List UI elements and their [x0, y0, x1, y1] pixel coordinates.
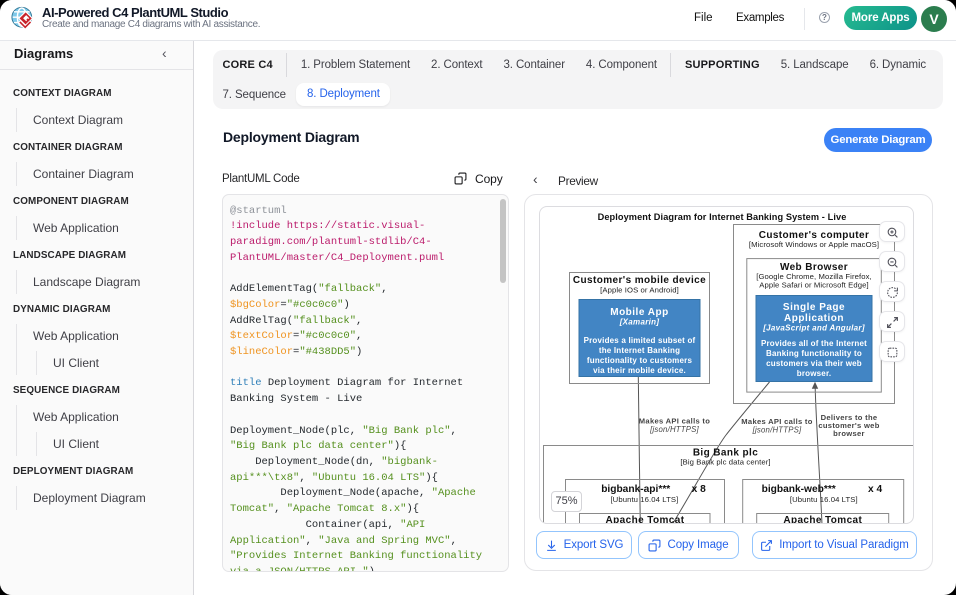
svg-text:Single Page: Single Page [783, 302, 845, 313]
svg-text:[Microsoft Windows or Apple ma: [Microsoft Windows or Apple macOS] [749, 240, 879, 249]
svg-text:[json/HTTPS]: [json/HTTPS] [752, 426, 802, 435]
svg-text:[Ubuntu 16.04 LTS]: [Ubuntu 16.04 LTS] [610, 495, 678, 504]
svg-text:customers via their web: customers via their web [766, 359, 862, 368]
svg-text:Provides all of the Internet: Provides all of the Internet [761, 339, 867, 348]
svg-text:[Ubuntu 16.04 LTS]: [Ubuntu 16.04 LTS] [790, 495, 858, 504]
svg-text:x 4: x 4 [868, 484, 882, 495]
svg-text:Apple Safari or Microsoft Edge: Apple Safari or Microsoft Edge] [759, 281, 869, 290]
svg-text:x 8: x 8 [692, 484, 706, 495]
svg-text:[Apple IOS or Android]: [Apple IOS or Android] [600, 286, 679, 295]
svg-text:via their mobile device.: via their mobile device. [593, 366, 686, 375]
svg-text:Deployment Diagram for Interne: Deployment Diagram for Internet Banking … [598, 212, 847, 222]
svg-text:browser.: browser. [797, 369, 832, 378]
svg-text:[JavaScript and Angular]: [JavaScript and Angular] [762, 324, 865, 333]
svg-text:Application: Application [784, 313, 844, 324]
svg-text:Banking functionality to: Banking functionality to [766, 349, 862, 358]
svg-text:[Xamarin]: [Xamarin] [619, 318, 660, 327]
svg-text:Customer's mobile device: Customer's mobile device [573, 275, 706, 286]
svg-text:[Big Bank plc data center]: [Big Bank plc data center] [680, 458, 770, 467]
svg-text:Apache Tomcat: Apache Tomcat [783, 515, 862, 524]
svg-text:Apache Tomcat: Apache Tomcat [606, 515, 685, 524]
svg-text:functionality to customers: functionality to customers [587, 356, 693, 365]
svg-text:Mobile App: Mobile App [610, 307, 669, 318]
svg-text:[json/HTTPS]: [json/HTTPS] [649, 425, 699, 434]
svg-text:browser: browser [833, 429, 865, 438]
svg-text:bigbank-web***: bigbank-web*** [762, 484, 836, 495]
svg-text:bigbank-api***: bigbank-api*** [601, 484, 670, 495]
svg-text:Provides a limited subset of: Provides a limited subset of [584, 336, 696, 345]
svg-text:the Internet Banking: the Internet Banking [599, 346, 680, 355]
